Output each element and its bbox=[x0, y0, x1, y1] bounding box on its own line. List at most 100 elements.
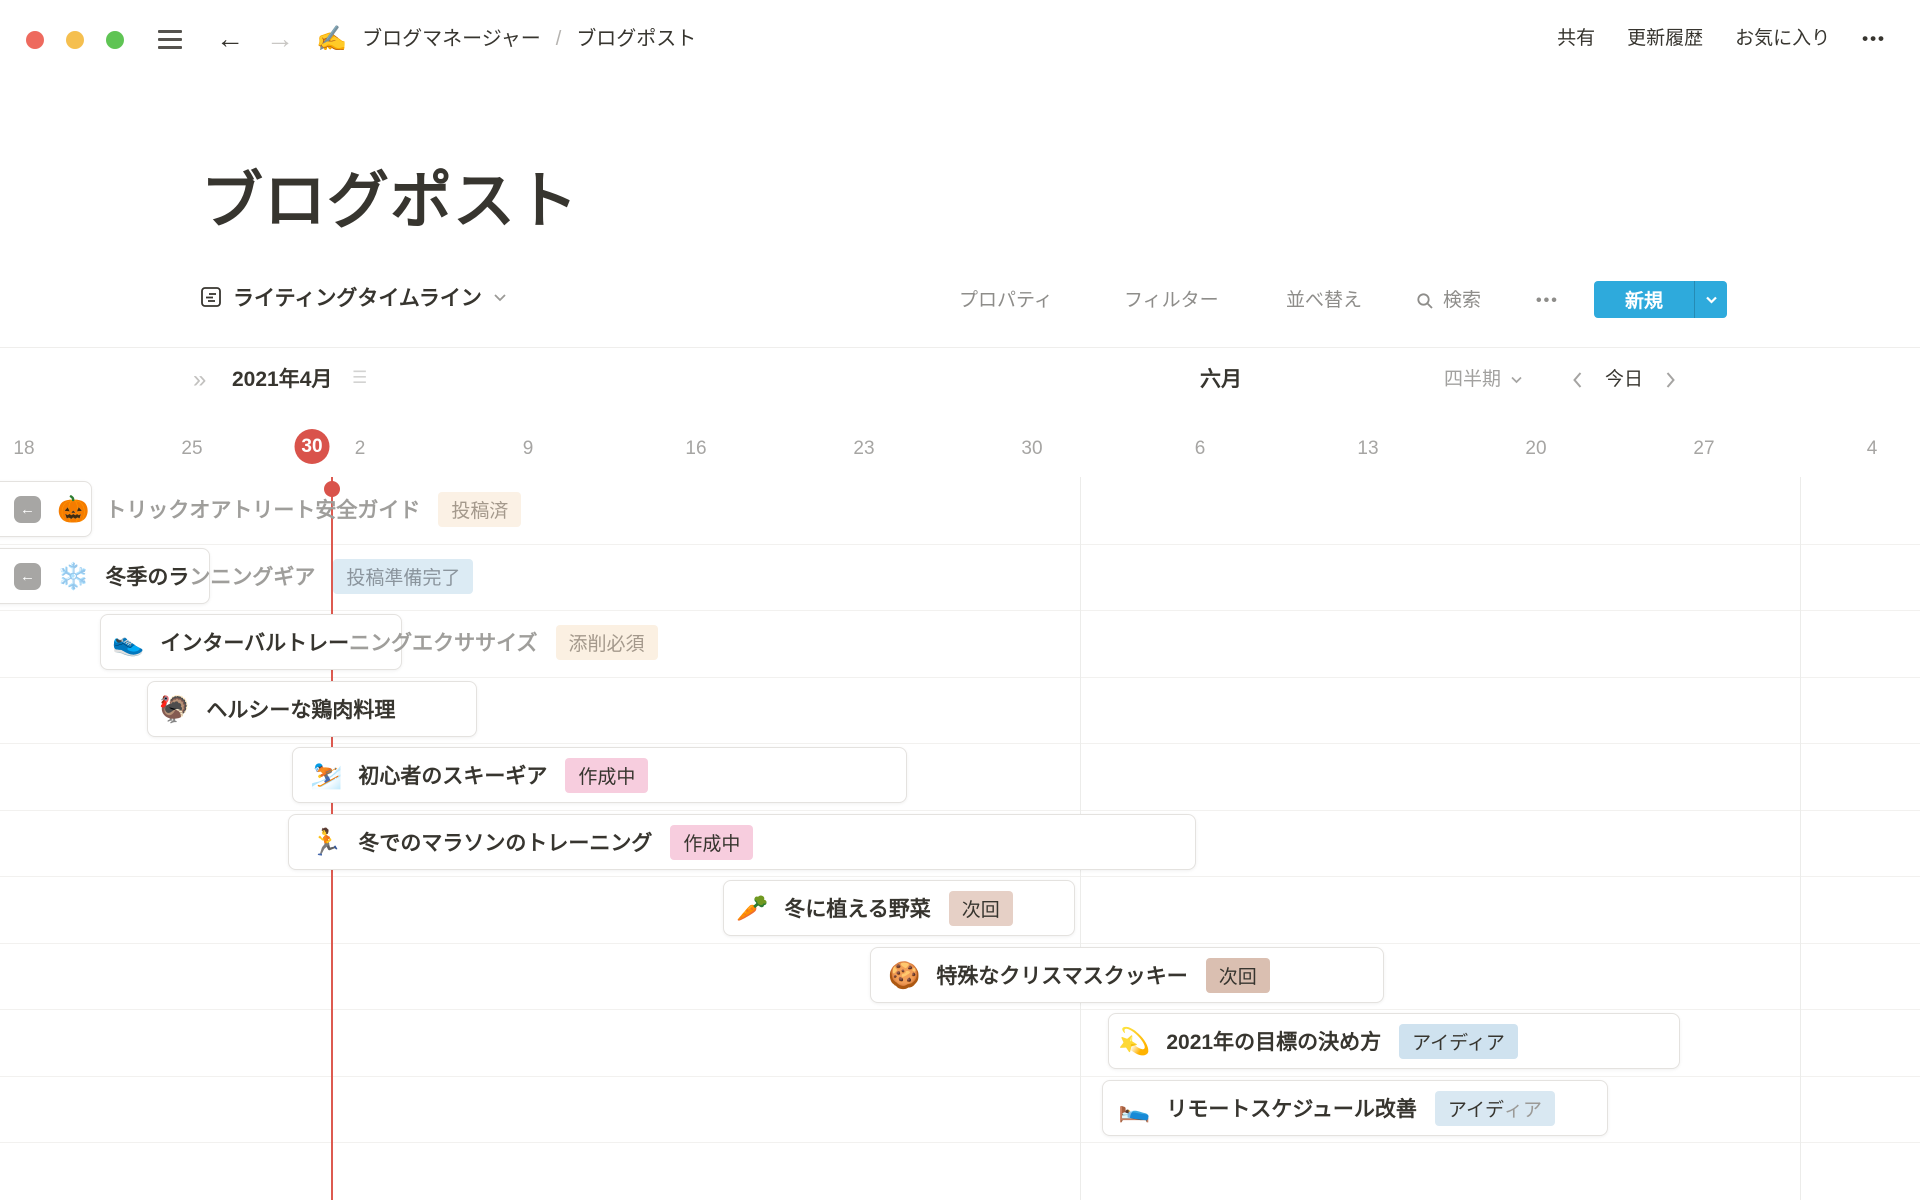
date-tick: 25 bbox=[181, 438, 202, 460]
today-button[interactable]: 今日 bbox=[1605, 366, 1643, 394]
filter-button[interactable]: フィルター bbox=[1124, 286, 1219, 316]
back-arrow-icon[interactable]: ← bbox=[216, 22, 244, 56]
item-title-text: トリックオアトリート安全ガイド bbox=[105, 499, 420, 522]
item-title: 冬季のランニングギア bbox=[105, 561, 315, 591]
status-badge-text: 添削必須 bbox=[569, 629, 645, 656]
breadcrumb: ✍️ ブログマネージャー / ブログポスト bbox=[316, 22, 696, 56]
view-selector[interactable]: ライティングタイムライン bbox=[200, 282, 507, 312]
timeline-row: 🏃 冬でのマラソンのトレーニング 作成中 bbox=[0, 814, 1920, 870]
prev-period-icon[interactable] bbox=[1572, 371, 1583, 389]
close-window-button[interactable] bbox=[26, 31, 44, 49]
row-separator bbox=[0, 943, 1920, 944]
status-badge-text: 次回 bbox=[962, 895, 1000, 922]
sort-button[interactable]: 並べ替え bbox=[1286, 286, 1362, 316]
jump-to-item-button[interactable]: ← bbox=[14, 563, 41, 590]
status-badge: 作成中 bbox=[670, 825, 753, 860]
timeline-item-content: 🛌 リモートスケジュール改善 アイディア bbox=[1118, 1080, 1555, 1136]
search-label: 検索 bbox=[1443, 286, 1481, 316]
timeline-month-label-left: 2021年4月 bbox=[232, 366, 332, 394]
timeline-body[interactable]: ← 🎃 トリックオアトリート安全ガイド 投稿済 ← ❄️ 冬季のランニングギア … bbox=[0, 477, 1920, 1200]
date-tick: 6 bbox=[1195, 438, 1206, 460]
item-emoji-icon: 🎃 bbox=[57, 496, 89, 522]
item-title-text: 2021年の目標の決め方 bbox=[1166, 1031, 1381, 1054]
breadcrumb-page[interactable]: ブログポスト bbox=[576, 22, 696, 56]
view-toolbar: ライティングタイムライン プロパティ フィルター 並べ替え 検索 ••• 新規 bbox=[0, 270, 1920, 348]
status-badge: 次回 bbox=[949, 891, 1013, 926]
breadcrumb-separator: / bbox=[556, 22, 562, 56]
timeline-scale-selector[interactable]: 四半期 bbox=[1444, 366, 1523, 394]
item-title: 冬に植える野菜 bbox=[784, 893, 930, 923]
month-menu-icon[interactable]: ☰ bbox=[352, 368, 367, 388]
item-emoji-icon: ⛷️ bbox=[310, 762, 342, 788]
date-tick: 16 bbox=[685, 438, 706, 460]
search-button[interactable]: 検索 bbox=[1416, 286, 1481, 316]
row-separator bbox=[0, 810, 1920, 811]
timeline-header: » 2021年4月 ☰ 六月 四半期 今日 182530291623306132… bbox=[0, 348, 1920, 478]
timeline-item-content: 💫 2021年の目標の決め方 アイディア bbox=[1118, 1013, 1518, 1069]
jump-to-item-button[interactable]: ← bbox=[14, 496, 41, 523]
item-title: 特殊なクリスマスクッキー bbox=[936, 960, 1187, 990]
item-title-text: 冬でのマラソンのトレーニング bbox=[358, 832, 652, 855]
date-tick: 4 bbox=[1867, 438, 1878, 460]
page-title: ブログポスト bbox=[201, 150, 579, 240]
status-badge: 投稿済 bbox=[438, 492, 521, 527]
more-options-icon[interactable]: ••• bbox=[1862, 22, 1886, 56]
today-date-badge: 30 bbox=[295, 429, 330, 464]
item-title: トリックオアトリート安全ガイド bbox=[105, 494, 420, 524]
zoom-window-button[interactable] bbox=[106, 31, 124, 49]
forward-arrow-icon[interactable]: → bbox=[266, 22, 294, 56]
item-title-text: ヘルシーな鶏肉料理 bbox=[206, 699, 395, 722]
view-more-options-icon[interactable]: ••• bbox=[1536, 286, 1559, 316]
timeline-month-label-center: 六月 bbox=[1200, 366, 1242, 394]
date-row: 1825302916233061320274 bbox=[0, 432, 1920, 472]
app-window: ← → ✍️ ブログマネージャー / ブログポスト 共有 更新履歴 お気に入り … bbox=[0, 0, 1920, 1200]
page-emoji-icon: ✍️ bbox=[316, 22, 347, 56]
status-badge-text: 作成中 bbox=[683, 829, 740, 856]
new-button[interactable]: 新規 bbox=[1594, 281, 1727, 318]
scale-label: 四半期 bbox=[1444, 366, 1501, 394]
new-button-label[interactable]: 新規 bbox=[1594, 281, 1694, 318]
today-navigation: 今日 bbox=[1572, 366, 1676, 394]
timeline-row: ⛷️ 初心者のスキーギア 作成中 bbox=[0, 747, 1920, 803]
status-badge-text: 次回 bbox=[1219, 962, 1257, 989]
timeline-row: 💫 2021年の目標の決め方 アイディア bbox=[0, 1013, 1920, 1069]
new-button-chevron-icon[interactable] bbox=[1695, 281, 1727, 318]
item-title-text: ンニングギア bbox=[189, 566, 315, 589]
updates-button[interactable]: 更新履歴 bbox=[1627, 22, 1703, 56]
row-separator bbox=[0, 876, 1920, 877]
row-separator bbox=[0, 743, 1920, 744]
status-badge-text: 作成中 bbox=[578, 762, 635, 789]
timeline-item-content: ⛷️ 初心者のスキーギア 作成中 bbox=[310, 747, 648, 803]
item-title: ヘルシーな鶏肉料理 bbox=[206, 694, 395, 724]
timeline-row: ← ❄️ 冬季のランニングギア 投稿準備完了 bbox=[0, 548, 1920, 604]
next-period-icon[interactable] bbox=[1665, 371, 1676, 389]
favorites-button[interactable]: お気に入り bbox=[1735, 22, 1830, 56]
item-emoji-icon: 💫 bbox=[1118, 1028, 1150, 1054]
timeline-row: 🥕 冬に植える野菜 次回 bbox=[0, 880, 1920, 936]
jump-previous-icon[interactable]: » bbox=[193, 366, 206, 394]
share-button[interactable]: 共有 bbox=[1557, 22, 1595, 56]
view-name: ライティングタイムライン bbox=[233, 282, 482, 312]
timeline-row: 🦃 ヘルシーな鶏肉料理 bbox=[0, 681, 1920, 737]
item-emoji-icon: 🍪 bbox=[888, 962, 920, 988]
date-tick: 18 bbox=[13, 438, 34, 460]
timeline-item-content: ← 🎃 トリックオアトリート安全ガイド 投稿済 bbox=[14, 481, 521, 537]
date-tick: 27 bbox=[1693, 438, 1714, 460]
breadcrumb-app[interactable]: ブログマネージャー bbox=[362, 22, 541, 56]
timeline-row: 👟 インターバルトレーニングエクササイズ 添削必須 bbox=[0, 614, 1920, 670]
date-tick: 23 bbox=[853, 438, 874, 460]
minimize-window-button[interactable] bbox=[66, 31, 84, 49]
item-emoji-icon: 🏃 bbox=[310, 829, 342, 855]
chevron-down-icon bbox=[1510, 376, 1523, 384]
sidebar-toggle-icon[interactable] bbox=[158, 30, 182, 49]
status-badge-text: ィア bbox=[1504, 1095, 1542, 1122]
item-title: 2021年の目標の決め方 bbox=[1166, 1026, 1381, 1056]
timeline-view-icon bbox=[200, 286, 222, 308]
timeline-row: ← 🎃 トリックオアトリート安全ガイド 投稿済 bbox=[0, 481, 1920, 537]
item-emoji-icon: 🥕 bbox=[736, 895, 768, 921]
row-separator bbox=[0, 1009, 1920, 1010]
timeline-item-content: 🥕 冬に植える野菜 次回 bbox=[736, 880, 1013, 936]
status-badge: アイディア bbox=[1399, 1024, 1518, 1059]
properties-button[interactable]: プロパティ bbox=[959, 286, 1053, 316]
item-title: 初心者のスキーギア bbox=[358, 760, 547, 790]
